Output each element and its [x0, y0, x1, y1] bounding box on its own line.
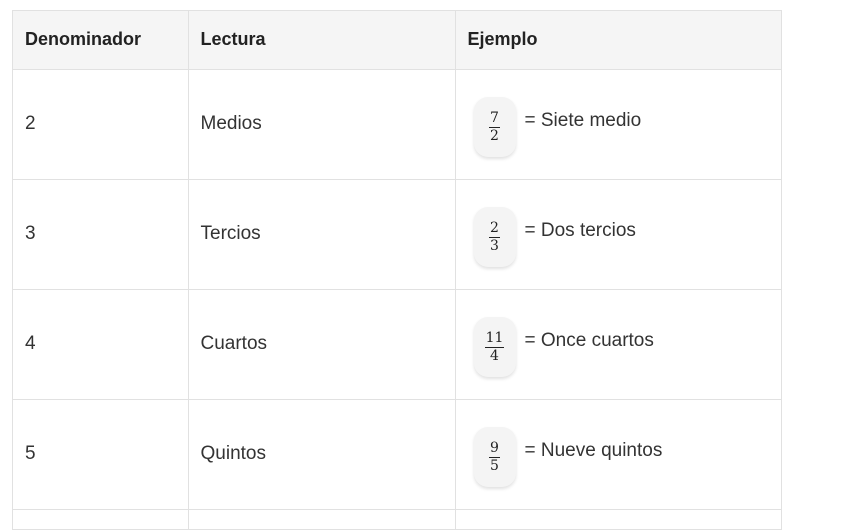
denominator-cell: 4: [13, 289, 188, 400]
fraction-badge: 7 2: [473, 97, 516, 157]
fraction: 2 3: [489, 219, 500, 254]
table-row-partial: [13, 509, 781, 530]
fraction-denominator: 5: [490, 457, 499, 474]
denominator-cell: 5: [13, 399, 188, 510]
reading-cell: Tercios: [187, 179, 455, 290]
example-reading: = Nueve quintos: [524, 440, 663, 461]
table-row: 3 Tercios 2 3 = Dos tercios: [13, 179, 782, 290]
fraction-badge: 2 3: [473, 207, 516, 267]
example-cell: 7 2 = Siete medio: [454, 69, 782, 180]
fractions-table-container: Denominador Lectura Ejemplo 2 Medios 7 2: [12, 10, 782, 530]
example: 9 5 = Nueve quintos: [468, 421, 782, 487]
fraction-numerator: 7: [490, 109, 499, 126]
fraction: 7 2: [489, 109, 500, 144]
fraction-badge: 11 4: [473, 317, 516, 377]
empty-cell: [187, 509, 455, 530]
fraction-denominator: 2: [490, 127, 499, 144]
denominator-cell: 3: [13, 179, 188, 290]
example-reading: = Dos tercios: [524, 220, 636, 241]
fraction-denominator: 3: [490, 237, 499, 254]
reading-cell: Cuartos: [187, 289, 455, 400]
header-ejemplo: Ejemplo: [454, 11, 781, 70]
fraction-numerator: 2: [490, 219, 499, 236]
denominator-cell: 2: [13, 69, 188, 180]
empty-cell: [454, 509, 781, 530]
example: 11 4 = Once cuartos: [468, 311, 782, 377]
reading-cell: Medios: [187, 69, 455, 180]
fractions-table: Denominador Lectura Ejemplo 2 Medios 7 2: [13, 11, 781, 530]
table-header-row: Denominador Lectura Ejemplo: [13, 11, 781, 70]
table-row: 4 Cuartos 11 4 = Once cuartos: [13, 289, 782, 400]
table-row: 5 Quintos 9 5 = Nueve quintos: [13, 399, 782, 510]
example-cell: 2 3 = Dos tercios: [454, 179, 782, 290]
header-denominador: Denominador: [13, 11, 188, 70]
example-reading: = Siete medio: [524, 110, 642, 131]
example: 2 3 = Dos tercios: [468, 201, 782, 267]
fraction-numerator: 11: [485, 329, 504, 346]
fraction-denominator: 4: [490, 347, 499, 364]
example: 7 2 = Siete medio: [468, 91, 782, 157]
header-lectura: Lectura: [187, 11, 455, 70]
table-row: 2 Medios 7 2 = Siete medio: [13, 69, 782, 180]
example-cell: 9 5 = Nueve quintos: [454, 399, 782, 510]
reading-cell: Quintos: [187, 399, 455, 510]
fraction: 11 4: [484, 329, 505, 364]
empty-cell: [13, 509, 188, 530]
example-cell: 11 4 = Once cuartos: [454, 289, 782, 400]
fraction-badge: 9 5: [473, 427, 516, 487]
fraction-numerator: 9: [490, 439, 499, 456]
example-reading: = Once cuartos: [524, 330, 654, 351]
fraction: 9 5: [489, 439, 500, 474]
